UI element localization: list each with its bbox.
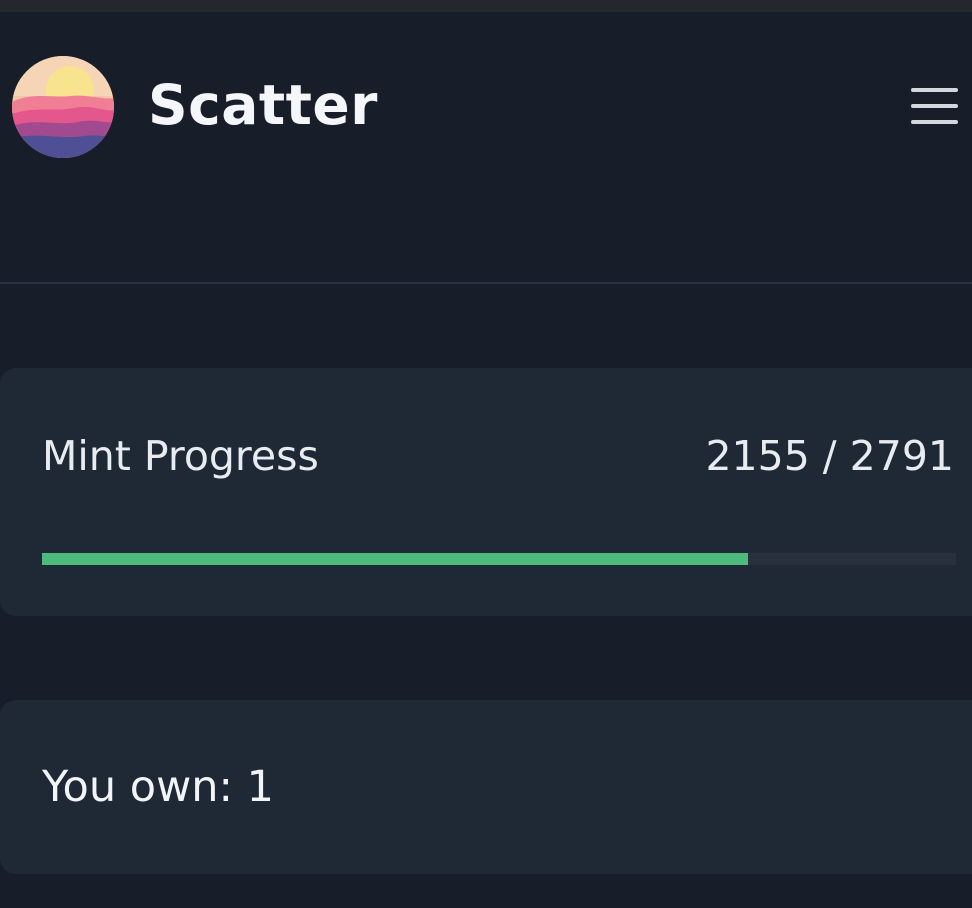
app-header: Scatter bbox=[0, 12, 972, 284]
owned-count-text: You own: 1 bbox=[42, 762, 275, 812]
menu-bar-line bbox=[911, 104, 958, 108]
mint-progress-count: 2155 / 2791 bbox=[705, 432, 954, 480]
sunset-logo-icon[interactable] bbox=[12, 56, 114, 158]
mint-progress-label: Mint Progress bbox=[42, 432, 319, 480]
mint-progress-fill bbox=[42, 553, 748, 565]
menu-bar-line bbox=[911, 88, 958, 92]
hamburger-menu-icon[interactable] bbox=[902, 84, 958, 128]
mint-progress-bar bbox=[42, 553, 956, 565]
top-status-strip bbox=[0, 0, 972, 12]
mint-progress-card bbox=[0, 368, 972, 616]
app-title: Scatter bbox=[148, 73, 378, 137]
menu-bar-line bbox=[911, 120, 958, 124]
